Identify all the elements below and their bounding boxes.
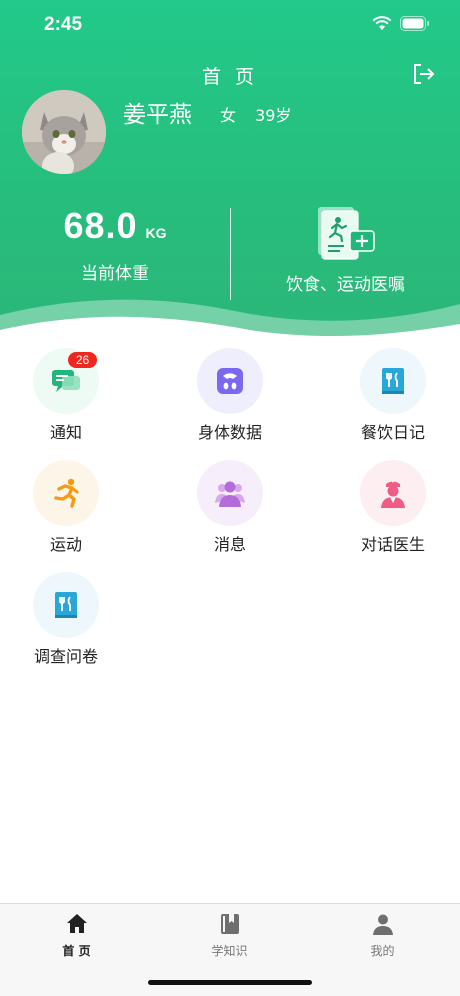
home-icon xyxy=(66,914,87,933)
menu-item-messages[interactable]: 消息 xyxy=(160,458,300,558)
user-gender: 女 xyxy=(220,106,237,125)
logout-button[interactable] xyxy=(410,61,436,87)
weight-value: 68.0 xyxy=(63,205,138,246)
book-icon xyxy=(220,914,239,934)
questionnaire-icon xyxy=(55,592,77,618)
home-indicator xyxy=(148,980,312,985)
cutlery-book-icon xyxy=(382,368,404,394)
medical-advice-icon xyxy=(317,207,375,260)
logout-icon xyxy=(414,64,435,84)
menu-item-label: 对话医生 xyxy=(360,535,425,554)
tab-label: 学知识 xyxy=(211,944,248,958)
exercise-icon-circle xyxy=(33,460,99,526)
menu-item-label: 身体数据 xyxy=(197,423,262,442)
weight-panel[interactable]: 68.0 KG 当前体重 xyxy=(0,205,230,284)
battery-icon xyxy=(400,16,429,31)
advice-button[interactable]: 饮食、运动医嘱 xyxy=(231,205,460,295)
user-icon xyxy=(372,914,393,935)
doctor-icon xyxy=(381,480,405,508)
group-icon xyxy=(215,481,245,507)
diet-diary-icon-circle xyxy=(360,348,426,414)
page-title: 首 页 xyxy=(201,66,259,88)
user-name: 姜平燕 xyxy=(123,102,192,128)
user-age: 39岁 xyxy=(255,106,292,125)
talk-doctor-icon-circle xyxy=(360,460,426,526)
body-data-icon-circle xyxy=(197,348,263,414)
tab-home[interactable]: 首 页 xyxy=(0,912,153,959)
status-bar: 2:45 xyxy=(0,0,460,50)
notice-badge: 26 xyxy=(68,352,97,368)
menu-item-notice[interactable]: 26 通知 xyxy=(0,346,136,446)
weight-unit: KG xyxy=(145,225,167,241)
menu-item-questionnaire[interactable]: 调查问卷 xyxy=(0,570,136,670)
status-time: 2:45 xyxy=(44,14,83,35)
tab-label: 我的 xyxy=(370,944,395,958)
tab-mine[interactable]: 我的 xyxy=(306,912,459,959)
weight-label: 当前体重 xyxy=(81,264,149,284)
menu-item-talk-doctor[interactable]: 对话医生 xyxy=(323,458,460,558)
questionnaire-icon-circle xyxy=(33,572,99,638)
user-meta: 女 39岁 xyxy=(220,102,305,126)
tab-learn[interactable]: 学知识 xyxy=(153,912,306,959)
tab-label: 首 页 xyxy=(62,944,91,958)
menu-item-body-data[interactable]: 身体数据 xyxy=(160,346,300,446)
wifi-icon xyxy=(372,16,392,30)
menu-item-label: 调查问卷 xyxy=(33,647,98,666)
messages-icon-circle xyxy=(197,460,263,526)
scale-icon xyxy=(217,368,243,394)
menu-item-exercise[interactable]: 运动 xyxy=(0,458,136,558)
avatar[interactable] xyxy=(22,90,106,174)
menu-item-label: 餐饮日记 xyxy=(360,423,425,442)
menu-item-label: 通知 xyxy=(49,423,82,442)
running-icon xyxy=(54,478,79,508)
menu-item-label: 运动 xyxy=(49,535,82,554)
advice-label: 饮食、运动医嘱 xyxy=(286,275,405,295)
cat-avatar-icon xyxy=(22,90,106,174)
chat-icon xyxy=(52,370,80,392)
menu-item-label: 消息 xyxy=(213,535,246,554)
menu-item-diet-diary[interactable]: 餐饮日记 xyxy=(323,346,460,446)
status-icons xyxy=(372,16,430,31)
